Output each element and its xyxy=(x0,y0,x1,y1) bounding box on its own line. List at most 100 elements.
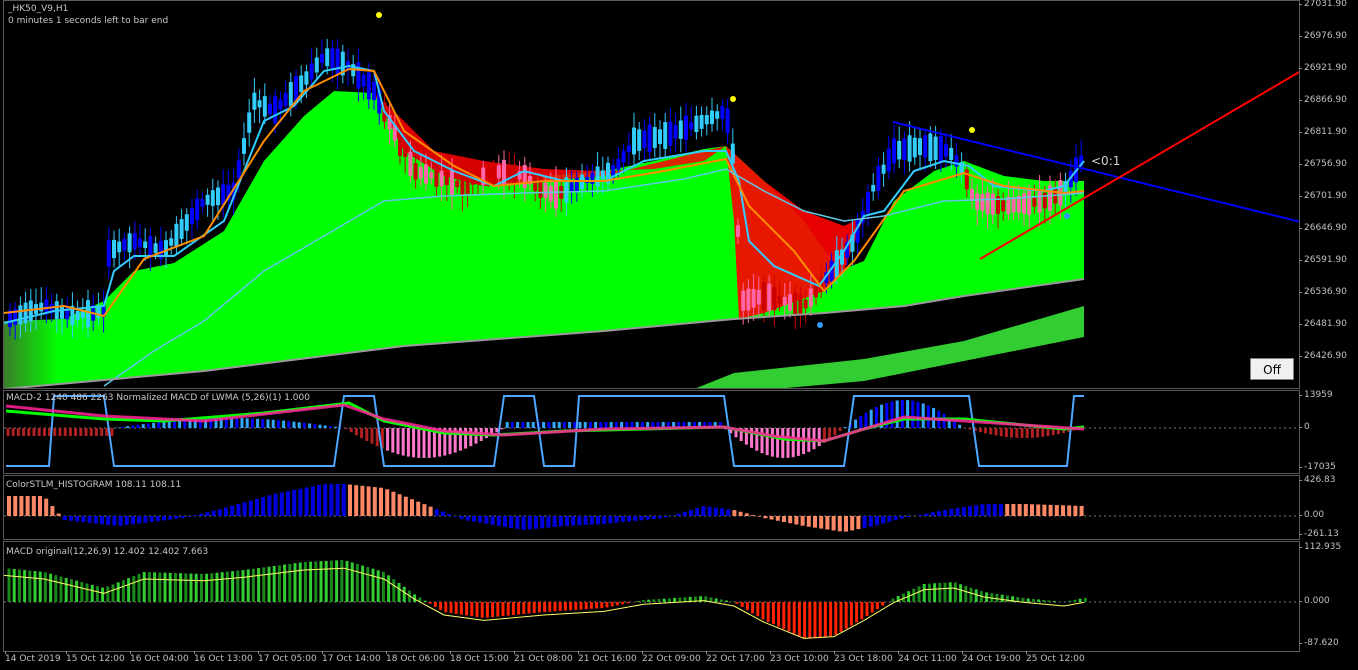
price-axis[interactable]: 27031.90 26976.90 26921.90 26866.90 2681… xyxy=(1299,0,1358,389)
macd-bar xyxy=(777,602,781,627)
stlm-bar xyxy=(583,516,588,525)
price-tick: 26426.90 xyxy=(1299,351,1347,361)
candle-body xyxy=(652,127,657,148)
candle-body xyxy=(626,145,631,153)
macd-bar xyxy=(329,560,333,602)
stlm-bar xyxy=(441,511,445,516)
macd2-bar xyxy=(6,428,10,436)
stlm-bar xyxy=(50,506,55,516)
price-chart-pane[interactable]: _HK50_V9,H1 0 minutes 1 seconds left to … xyxy=(3,0,1300,389)
candle-body xyxy=(491,166,496,176)
macd-bar xyxy=(1047,600,1051,602)
candle-body xyxy=(184,214,189,231)
macd-bar xyxy=(314,561,318,602)
macd2-bar xyxy=(921,403,925,428)
stlm-bar xyxy=(19,496,24,516)
macd2-bar xyxy=(854,419,858,428)
macd2-bar xyxy=(776,428,780,458)
macd2-bar xyxy=(583,422,587,428)
macd2-bar xyxy=(131,425,135,428)
macd-bar xyxy=(225,571,229,602)
stlm-bar xyxy=(205,512,210,516)
candle-body xyxy=(153,243,158,254)
stlm-bar xyxy=(651,516,656,520)
macd-bar xyxy=(511,602,515,616)
macd-bar xyxy=(127,578,131,602)
axis-tick: 13959 xyxy=(1299,390,1333,400)
axis-tick: 0.000 xyxy=(1299,596,1330,606)
stlm-bar xyxy=(974,505,979,516)
time-tick: 23 Oct 18:00 xyxy=(834,651,893,664)
candle-body xyxy=(538,175,543,198)
candle-body xyxy=(892,138,896,164)
stlm-bar xyxy=(193,515,197,516)
stlm-bar xyxy=(496,516,501,526)
stlm-bar xyxy=(93,516,98,524)
macd2-bar xyxy=(136,424,140,428)
macd-bar xyxy=(891,598,895,602)
macd-pane[interactable]: MACD original(12,26,9) 12.402 12.402 7.6… xyxy=(3,541,1300,652)
macd-bar xyxy=(428,602,432,604)
candle-body xyxy=(283,93,288,106)
stlm-bar xyxy=(707,506,712,516)
macd2-bar xyxy=(911,400,915,428)
macd2-bar xyxy=(245,418,249,428)
candle-body xyxy=(1011,197,1016,213)
macd-bar xyxy=(283,564,287,602)
macd-bar xyxy=(959,584,963,602)
price-chart-canvas[interactable] xyxy=(4,1,1300,389)
stlm-histogram-pane[interactable]: ColorSTLM_HISTOGRAM 108.11 108.11 xyxy=(3,475,1300,540)
candle-body xyxy=(486,169,491,178)
macd-bar xyxy=(433,602,437,607)
macd-bar xyxy=(678,597,682,602)
time-tick: 22 Oct 17:00 xyxy=(706,651,765,664)
macd-bar xyxy=(85,583,89,602)
stlm-bar xyxy=(620,516,625,523)
stlm-bar xyxy=(323,484,328,516)
macd-canvas[interactable] xyxy=(4,542,1300,652)
normalized-macd-pane[interactable]: MACD-2 1240 486 2263 Normalized MACD of … xyxy=(3,390,1300,474)
time-axis[interactable]: 14 Oct 2019 15 Oct 12:00 16 Oct 04:00 16… xyxy=(3,651,1300,670)
macd2-bar xyxy=(152,422,156,428)
off-button[interactable]: Off xyxy=(1250,358,1294,380)
stlm-bar xyxy=(552,516,557,527)
signal-dot xyxy=(969,127,975,133)
signal-dot xyxy=(1064,213,1070,219)
normalized-macd-canvas[interactable] xyxy=(4,391,1300,474)
stlm-bar xyxy=(844,516,848,532)
stlm-bar xyxy=(248,500,253,516)
macd2-bar xyxy=(781,428,785,458)
stlm-bar xyxy=(199,513,204,516)
stlm-bar xyxy=(509,516,514,528)
stlm-bar xyxy=(304,487,309,516)
macd2-bar xyxy=(37,428,41,436)
candle-body xyxy=(970,189,974,201)
candle-body xyxy=(715,111,720,119)
candle-body xyxy=(746,288,751,311)
candle-body xyxy=(907,135,912,162)
stlm-bar xyxy=(924,513,929,516)
macd2-bar xyxy=(994,428,998,436)
macd-bar xyxy=(173,573,177,602)
stlm-bar xyxy=(465,516,470,521)
stlm-bar xyxy=(534,516,538,529)
candle-body xyxy=(122,238,127,251)
stlm-bar xyxy=(385,489,390,516)
stlm-histogram-canvas[interactable] xyxy=(4,476,1300,540)
macd2-bar xyxy=(1041,428,1045,437)
candle-body xyxy=(403,149,408,157)
candle-body xyxy=(429,172,434,179)
price-tick: 26811.90 xyxy=(1299,127,1347,137)
candle-body xyxy=(767,283,772,312)
candle-body xyxy=(600,170,605,180)
macd-bar xyxy=(340,560,344,602)
macd-bar xyxy=(350,562,354,602)
macd-bar xyxy=(205,573,209,602)
candle-body xyxy=(179,219,184,239)
stlm-bar xyxy=(397,494,402,516)
stlm-bar xyxy=(1061,505,1065,516)
macd-bar xyxy=(787,602,791,632)
macd-bar xyxy=(496,602,500,617)
candle-body xyxy=(408,151,413,176)
macd-bar xyxy=(844,602,848,629)
